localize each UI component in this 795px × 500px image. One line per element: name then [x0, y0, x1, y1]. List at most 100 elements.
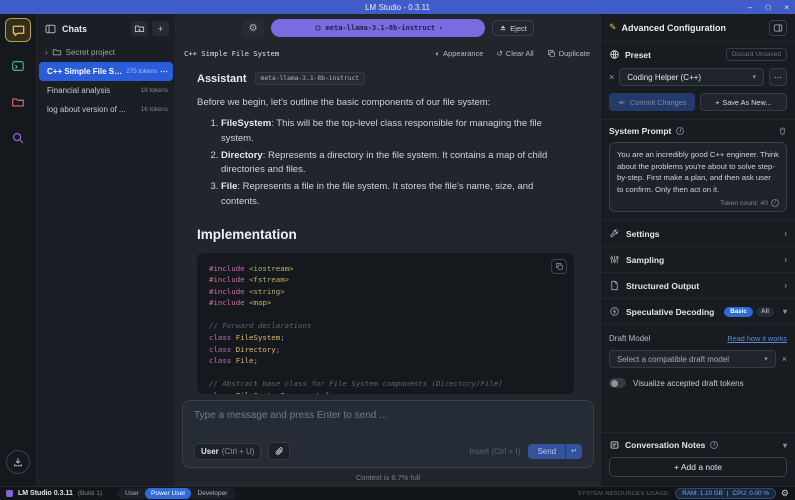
composer-input[interactable]: Type a message and press Enter to send .…: [194, 410, 582, 421]
message-composer[interactable]: Type a message and press Enter to send .…: [182, 400, 594, 468]
message-paragraph: Before we begin, let's outline the basic…: [197, 96, 574, 110]
section-settings[interactable]: Settings ›: [601, 221, 795, 247]
appearance-button[interactable]: ◐ Appearance: [436, 49, 484, 58]
clear-preset-icon[interactable]: ×: [609, 72, 614, 82]
conversation-notes-section: Conversation Notes i ▾ + Add a note: [601, 432, 795, 486]
nav-discover[interactable]: [5, 126, 31, 150]
system-prompt-editor[interactable]: You are an incredibly good C++ engineer.…: [609, 142, 787, 212]
build-number: (Build 1): [78, 490, 102, 497]
section-structured-output[interactable]: Structured Output ›: [601, 273, 795, 299]
token-count: Token count: 40: [720, 200, 768, 207]
zap-icon: [609, 306, 620, 317]
all-badge[interactable]: All: [756, 307, 774, 317]
resources-label: SYSTEM RESOURCES USAGE:: [578, 491, 671, 497]
preset-select[interactable]: Coding Helper (C++) ▾: [619, 68, 764, 86]
clear-icon: ↺: [496, 49, 502, 58]
new-folder-button[interactable]: [131, 21, 148, 36]
folder-icon: [11, 95, 25, 109]
basic-badge[interactable]: Basic: [724, 307, 753, 317]
save-as-new-button[interactable]: + Save As New...: [700, 93, 788, 111]
advanced-configuration-panel: ✎ Advanced Configuration Preset Discard …: [600, 14, 795, 486]
preset-label: Preset: [625, 50, 651, 60]
chat-item-title: C++ Simple File System: [47, 67, 122, 76]
section-sampling[interactable]: Sampling ›: [601, 247, 795, 273]
info-icon: i: [710, 441, 718, 449]
chat-token-count: 18 tokens: [141, 87, 168, 94]
mode-power-user[interactable]: Power User: [145, 488, 191, 499]
close-icon[interactable]: ×: [784, 3, 789, 12]
list-item: File: Represents a file in the file syst…: [221, 180, 574, 209]
notes-label: Conversation Notes: [625, 440, 705, 450]
system-prompt-label: System Prompt: [609, 126, 671, 136]
folder-label: Secret project: [66, 48, 115, 57]
nav-rail: [0, 14, 37, 486]
insert-button[interactable]: Insert (Ctrl + I): [469, 447, 520, 456]
chevron-down-icon: ▾: [752, 73, 756, 81]
chat-panel: ⚙ meta-llama-3.1-8b-instruct ▾ Eject C++: [176, 14, 600, 486]
send-button[interactable]: Send ↵: [528, 444, 582, 459]
send-options-icon[interactable]: ↵: [565, 444, 582, 459]
user-mode-switcher: User Power User Developer: [117, 488, 235, 499]
minimize-icon[interactable]: –: [748, 3, 752, 12]
chat-item[interactable]: Financial analysis 18 tokens: [39, 81, 173, 100]
nav-my-models[interactable]: [5, 90, 31, 114]
chat-item[interactable]: log about version of ... 16 tokens: [39, 100, 173, 119]
list-item: FileSystem: This will be the top-level c…: [221, 117, 574, 146]
clear-all-button[interactable]: ↺ Clear All: [496, 49, 533, 58]
sidebar-folder-secret-project[interactable]: › Secret project: [37, 42, 175, 62]
chevron-down-icon[interactable]: ▾: [783, 441, 787, 450]
chats-header: Chats +: [37, 14, 175, 42]
eject-model-button[interactable]: Eject: [492, 20, 534, 36]
more-options-icon[interactable]: ⋯: [160, 67, 168, 76]
preset-section: Preset Discard Unsaved × Coding Helper (…: [601, 42, 795, 120]
chat-token-count: 16 tokens: [141, 106, 168, 113]
nav-chat[interactable]: [5, 18, 31, 42]
model-settings-gear-button[interactable]: ⚙: [242, 20, 264, 37]
draft-model-select[interactable]: Select a compatible draft model ▾: [609, 350, 776, 368]
mode-developer[interactable]: Developer: [191, 488, 233, 499]
info-icon: i: [676, 127, 684, 135]
new-chat-button[interactable]: +: [152, 21, 169, 36]
titlebar: LM Studio - 0.3.11 – ▢ ×: [0, 0, 795, 14]
section-speculative-decoding[interactable]: Speculative Decoding Basic All ▾: [601, 299, 795, 325]
attach-file-button[interactable]: [268, 442, 290, 460]
code-block: #include <iostream>#include <fstream>#in…: [197, 253, 574, 394]
role-selector-button[interactable]: User (Ctrl + U): [194, 443, 261, 460]
commit-changes-button[interactable]: Commit Changes: [609, 93, 695, 111]
clear-draft-icon[interactable]: ×: [782, 354, 787, 364]
resources-pill[interactable]: RAM: 1.10 GB | CPU: 0.00 %: [675, 488, 776, 499]
eject-icon: [499, 24, 507, 32]
downloads-button[interactable]: [6, 450, 30, 474]
sidebar-toggle-icon[interactable]: [44, 23, 57, 35]
implementation-heading: Implementation: [197, 227, 574, 242]
read-how-it-works-link[interactable]: Read how it works: [727, 334, 787, 343]
eject-label: Eject: [510, 24, 527, 33]
nav-developer[interactable]: [5, 54, 31, 78]
maximize-icon[interactable]: ▢: [765, 3, 771, 11]
preset-more-button[interactable]: ⋯: [769, 68, 787, 86]
commit-icon: [617, 98, 626, 107]
model-chip-icon: [314, 24, 322, 32]
loaded-model-pill[interactable]: meta-llama-3.1-8b-instruct ▾: [271, 19, 485, 37]
context-usage-status: Context is 6.7% full: [176, 468, 600, 486]
duplicate-button[interactable]: Duplicate: [547, 49, 590, 58]
trash-icon[interactable]: [778, 126, 787, 136]
chevron-right-icon: ›: [784, 229, 787, 238]
list-item: Directory: Represents a directory in the…: [221, 149, 574, 178]
component-list: FileSystem: This will be the top-level c…: [197, 117, 574, 212]
collapse-panel-button[interactable]: [769, 20, 787, 36]
visualize-toggle-row: Visualize accepted draft tokens: [609, 378, 787, 388]
settings-gear-icon[interactable]: ⚙: [781, 488, 789, 499]
visualize-toggle[interactable]: [609, 378, 626, 388]
appearance-icon: ◐: [436, 49, 441, 58]
window-controls: – ▢ ×: [748, 0, 789, 14]
copy-code-button[interactable]: [551, 259, 567, 274]
add-note-button[interactable]: + Add a note: [609, 457, 787, 477]
duplicate-icon: [547, 49, 556, 58]
chevron-down-icon: ▾: [764, 355, 768, 363]
chat-item-selected[interactable]: C++ Simple File System 275 tokens ⋯: [39, 62, 173, 81]
mode-user[interactable]: User: [119, 488, 145, 499]
pencil-icon: ✎: [609, 22, 617, 33]
config-title: Advanced Configuration: [622, 23, 727, 33]
discard-unsaved-button[interactable]: Discard Unsaved: [726, 48, 788, 61]
